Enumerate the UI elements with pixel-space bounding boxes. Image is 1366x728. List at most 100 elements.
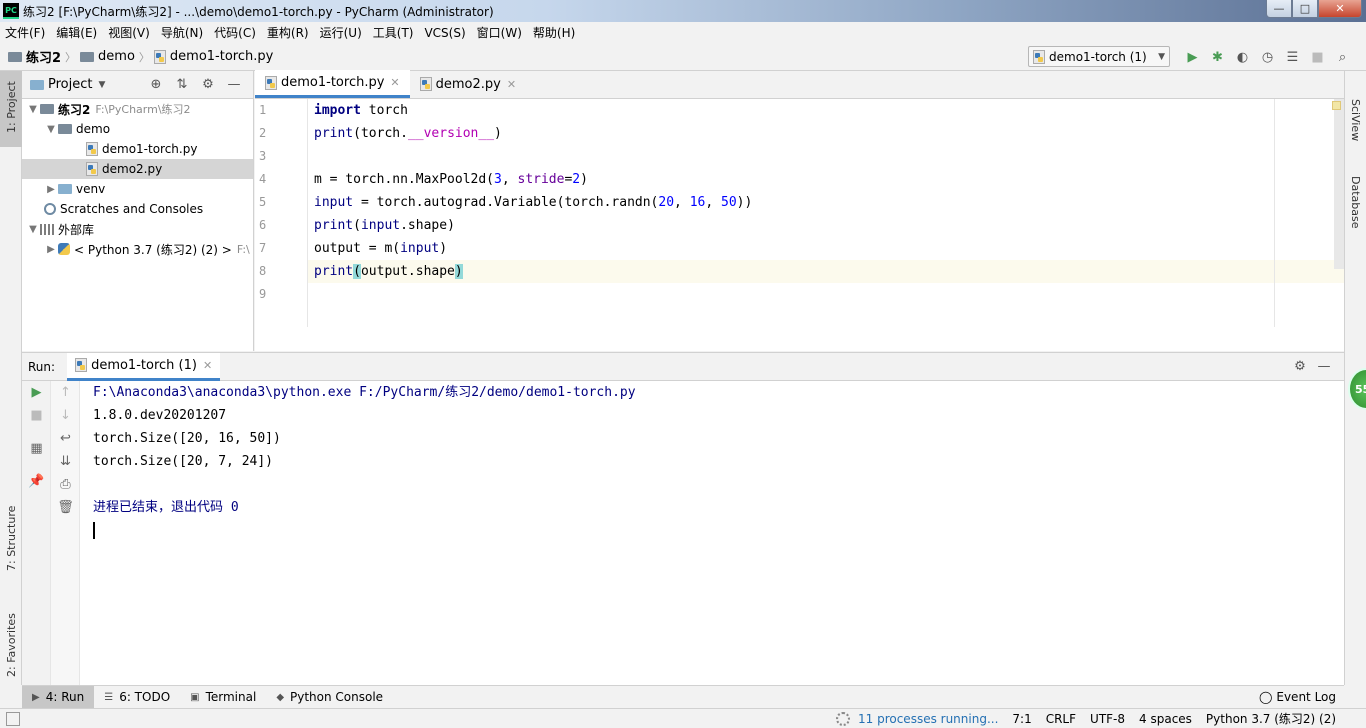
collapse-all-icon[interactable]: ⇅ (169, 77, 195, 92)
python-file-icon (1033, 49, 1045, 64)
tree-item-python-sdk[interactable]: ▶ < Python 3.7 (练习2) (2) > F:\ (22, 239, 253, 259)
project-tool-tab-label: 1: Project (5, 81, 18, 133)
file-encoding[interactable]: UTF-8 (1090, 712, 1125, 726)
maximize-button[interactable]: □ (1292, 0, 1318, 18)
event-log-button[interactable]: ◯ Event Log (1259, 690, 1336, 704)
menu-file[interactable]: 文件(F) (5, 24, 45, 41)
navigation-bar: 练习2 〉 demo 〉 demo1-torch.py demo1-torch … (0, 43, 1366, 71)
menu-view[interactable]: 视图(V) (108, 24, 150, 41)
concurrency-icon[interactable]: ☰ (1280, 48, 1305, 66)
menu-vcs[interactable]: VCS(S) (424, 26, 465, 40)
project-panel: Project ▼ ⊕ ⇅ ⚙ — ▼ 练习2 F:\PyCharm\练习2 ▼… (22, 71, 254, 351)
settings-gear-icon[interactable]: ⚙ (195, 77, 221, 92)
tree-item-demo2[interactable]: demo2.py (22, 159, 253, 179)
tab-demo2[interactable]: demo2.py ✕ (410, 70, 526, 98)
tab-todo[interactable]: ☰ 6: TODO (94, 686, 180, 709)
inspection-status-icon[interactable] (1332, 101, 1341, 110)
print-icon[interactable]: ⎙ (51, 473, 80, 496)
tab-demo1-torch[interactable]: demo1-torch.py ✕ (255, 70, 410, 98)
run-icon[interactable]: ▶ (1180, 48, 1205, 66)
scroll-to-end-icon[interactable]: ⇊ (51, 450, 80, 473)
tree-item-demo-folder[interactable]: ▼ demo (22, 119, 253, 139)
minimize-button[interactable]: — (1266, 0, 1292, 18)
code-line[interactable]: print(torch.__version__) (308, 122, 1344, 145)
python-file-icon (86, 162, 98, 176)
layout-icon[interactable]: ▦ (22, 437, 51, 460)
caret-position[interactable]: 7:1 (1012, 712, 1031, 726)
close-tab-icon[interactable]: ✕ (203, 359, 212, 372)
code-line[interactable]: import torch (308, 99, 1344, 122)
structure-tool-tab[interactable]: 7: Structure (0, 491, 22, 577)
code-line[interactable] (308, 145, 1344, 168)
coverage-icon[interactable]: ◐ (1230, 48, 1255, 66)
tree-item-demo1-torch[interactable]: demo1-torch.py (22, 139, 253, 159)
profile-icon[interactable]: ◷ (1255, 48, 1280, 66)
line-separator[interactable]: CRLF (1046, 712, 1076, 726)
code-line-current[interactable]: print(output.shape) (308, 260, 1344, 283)
console-input-line[interactable] (80, 519, 1344, 542)
run-configuration-select[interactable]: demo1-torch (1) ▼ (1028, 46, 1170, 67)
locate-icon[interactable]: ⊕ (143, 77, 169, 92)
favorites-tool-tab[interactable]: 2: Favorites (0, 589, 22, 681)
tree-item-scratches[interactable]: Scratches and Consoles (22, 199, 253, 219)
debug-icon[interactable]: ✱ (1205, 48, 1230, 66)
hide-panel-icon[interactable]: — (221, 77, 247, 92)
menu-edit[interactable]: 编辑(E) (56, 24, 97, 41)
project-view-select[interactable]: Project (48, 77, 92, 92)
menu-code[interactable]: 代码(C) (214, 24, 256, 41)
tab-terminal[interactable]: ▣ Terminal (180, 686, 266, 709)
tab-python-console[interactable]: ◆ Python Console (266, 686, 393, 709)
menu-refactor[interactable]: 重构(R) (267, 24, 309, 41)
run-tab[interactable]: demo1-torch (1) ✕ (67, 352, 221, 381)
close-tab-icon[interactable]: ✕ (507, 78, 516, 91)
breadcrumb-file[interactable]: demo1-torch.py (170, 49, 273, 64)
menu-run[interactable]: 运行(U) (320, 24, 362, 41)
breadcrumb-project[interactable]: 练习2 (26, 47, 61, 66)
tab-run-label: 4: Run (45, 690, 85, 704)
tab-terminal-label: Terminal (205, 690, 257, 704)
menu-navigate[interactable]: 导航(N) (161, 24, 203, 41)
code-line[interactable] (308, 283, 1344, 306)
code-token: stride (517, 172, 565, 187)
expanded-arrow-icon: ▼ (29, 103, 37, 115)
menu-tools[interactable]: 工具(T) (373, 24, 414, 41)
stop-icon[interactable]: ■ (1305, 48, 1330, 66)
code-token: input (400, 241, 440, 256)
arrow-up-icon[interactable]: ↑ (51, 381, 80, 404)
code-line[interactable]: output = m(input) (308, 237, 1344, 260)
run-output-toolbar: ↑ ↓ ↩ ⇊ ⎙ 🗑 (51, 381, 80, 686)
code-token: __version__ (407, 126, 495, 141)
tree-item-project-root[interactable]: ▼ 练习2 F:\PyCharm\练习2 (22, 99, 253, 119)
menu-window[interactable]: 窗口(W) (477, 24, 522, 41)
soft-wrap-icon[interactable]: ↩ (51, 427, 80, 450)
code-token: )) (736, 195, 753, 210)
code-area[interactable]: import torch print(torch.__version__) m … (308, 99, 1344, 327)
code-line[interactable]: m = torch.nn.MaxPool2d(3, stride=2) (308, 168, 1344, 191)
editor-scrollbar[interactable] (1334, 99, 1344, 269)
pin-icon[interactable]: 📌 (22, 470, 51, 493)
menu-help[interactable]: 帮助(H) (533, 24, 575, 41)
trash-icon[interactable]: 🗑 (51, 496, 80, 519)
hide-panel-icon[interactable]: — (1312, 359, 1336, 374)
arrow-down-icon[interactable]: ↓ (51, 404, 80, 427)
tree-item-venv[interactable]: ▶ venv (22, 179, 253, 199)
tab-run[interactable]: ▶ 4: Run (22, 685, 95, 709)
rerun-icon[interactable]: ▶ (22, 381, 51, 404)
code-token: 16 (689, 195, 706, 210)
settings-gear-icon[interactable]: ⚙ (1288, 359, 1312, 374)
toggle-tool-windows-icon[interactable] (6, 711, 20, 726)
python-interpreter[interactable]: Python 3.7 (练习2) (2) (1206, 710, 1336, 727)
close-tab-icon[interactable]: ✕ (390, 76, 399, 89)
project-tool-tab[interactable]: 1: Project (0, 71, 22, 147)
close-window-button[interactable]: ✕ (1318, 0, 1362, 18)
breadcrumb-folder[interactable]: demo (98, 49, 135, 64)
background-processes-link[interactable]: 11 processes running... (858, 712, 998, 726)
code-line[interactable]: print(input.shape) (308, 214, 1344, 237)
console-output[interactable]: F:\Anaconda3\anaconda3\python.exe F:/PyC… (80, 381, 1344, 686)
stop-icon[interactable]: ■ (22, 404, 51, 427)
code-line[interactable]: input = torch.autograd.Variable(torch.ra… (308, 191, 1344, 214)
breadcrumb-separator-icon: 〉 (138, 50, 150, 64)
tree-item-external-libraries[interactable]: ▼ 外部库 (22, 219, 253, 239)
search-everywhere-icon[interactable]: ⌕ (1330, 48, 1355, 66)
indent-setting[interactable]: 4 spaces (1139, 712, 1192, 726)
